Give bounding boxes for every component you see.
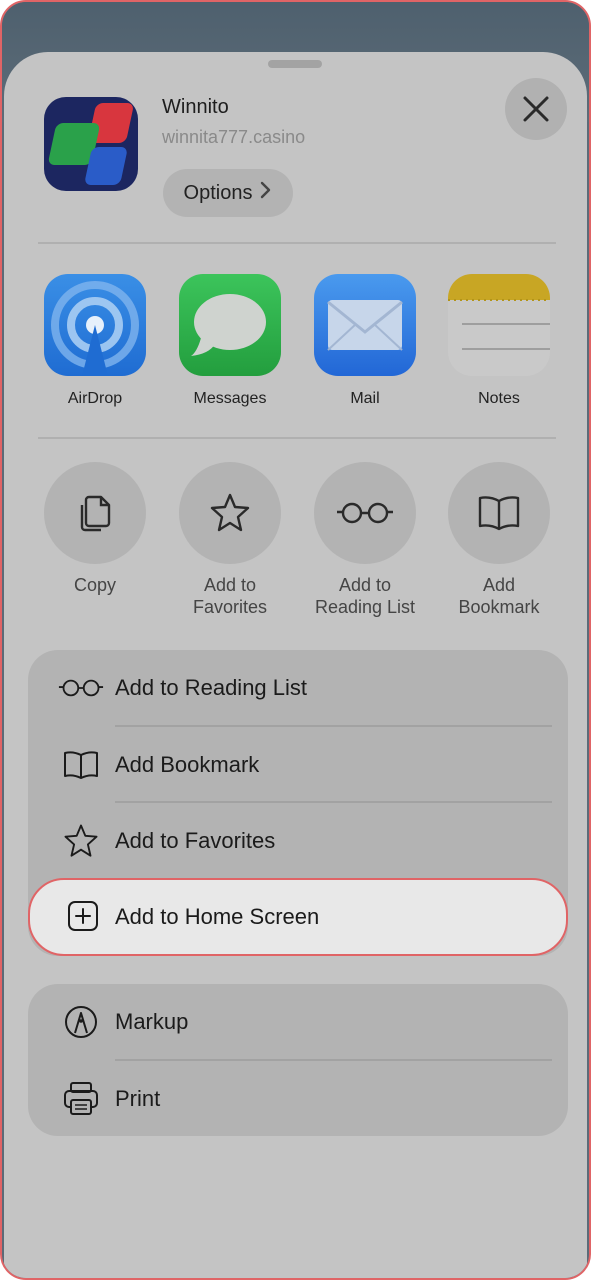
action-add-to-reading-list[interactable]: Add to Reading List <box>305 462 425 618</box>
copy-icon <box>44 462 146 564</box>
menu-group-secondary: Markup Print <box>28 984 568 1136</box>
site-url: winnita777.casino <box>162 127 306 147</box>
markup-icon <box>58 999 104 1045</box>
action-label: Add Bookmark <box>458 575 540 617</box>
airdrop-icon <box>44 274 146 376</box>
action-label: Add to Reading List <box>314 575 416 617</box>
action-label: Add to Favorites <box>192 575 268 617</box>
share-target-label: Messages <box>193 390 267 407</box>
share-target-messages[interactable]: Messages <box>179 274 281 408</box>
book-icon <box>448 462 550 564</box>
share-target-label: Notes <box>478 390 520 407</box>
action-add-bookmark[interactable]: Add Bookmark <box>444 462 554 618</box>
site-title: Winnito <box>162 96 229 118</box>
sheet-grabber[interactable] <box>268 60 322 68</box>
options-label: Options <box>183 181 253 204</box>
action-label: Copy <box>73 575 117 595</box>
divider <box>38 437 556 439</box>
book-icon <box>58 742 104 788</box>
menu-item-label: Add to Reading List <box>115 675 308 700</box>
chevron-right-icon <box>260 181 272 205</box>
options-button[interactable]: Options <box>163 169 293 217</box>
site-icon <box>44 97 138 191</box>
notes-icon <box>448 274 550 376</box>
menu-item-label: Add to Home Screen <box>115 904 320 929</box>
glasses-icon <box>314 462 416 564</box>
star-icon <box>179 462 281 564</box>
share-target-notes[interactable]: Notes <box>448 274 550 408</box>
printer-icon <box>58 1076 104 1122</box>
menu-item-label: Markup <box>115 1009 189 1034</box>
star-icon <box>58 818 104 864</box>
messages-icon <box>179 274 281 376</box>
glasses-icon <box>58 665 104 711</box>
plus-square-icon <box>60 893 106 939</box>
menu-item-add-bookmark[interactable]: Add Bookmark <box>28 727 568 803</box>
share-target-label: Mail <box>350 390 380 407</box>
menu-item-label: Add Bookmark <box>115 752 260 777</box>
menu-item-label: Add to Favorites <box>115 828 276 853</box>
menu-item-add-to-reading-list[interactable]: Add to Reading List <box>28 650 568 726</box>
share-target-mail[interactable]: Mail <box>314 274 416 408</box>
action-copy[interactable]: Copy <box>40 462 150 596</box>
menu-item-add-to-favorites[interactable]: Add to Favorites <box>28 803 568 879</box>
device-frame: Winnito winnita777.casino Options AirDro… <box>0 0 591 1280</box>
share-target-label: AirDrop <box>67 390 123 407</box>
menu-item-markup[interactable]: Markup <box>28 984 568 1060</box>
close-icon <box>505 96 567 144</box>
divider <box>38 242 556 244</box>
menu-item-label: Print <box>115 1086 161 1111</box>
close-button[interactable] <box>505 78 567 140</box>
share-target-airdrop[interactable]: AirDrop <box>44 274 146 408</box>
mail-icon <box>314 274 416 376</box>
action-add-to-favorites[interactable]: Add to Favorites <box>175 462 285 618</box>
menu-item-print[interactable]: Print <box>28 1061 568 1137</box>
menu-item-add-to-home-screen[interactable]: Add to Home Screen <box>28 878 568 956</box>
